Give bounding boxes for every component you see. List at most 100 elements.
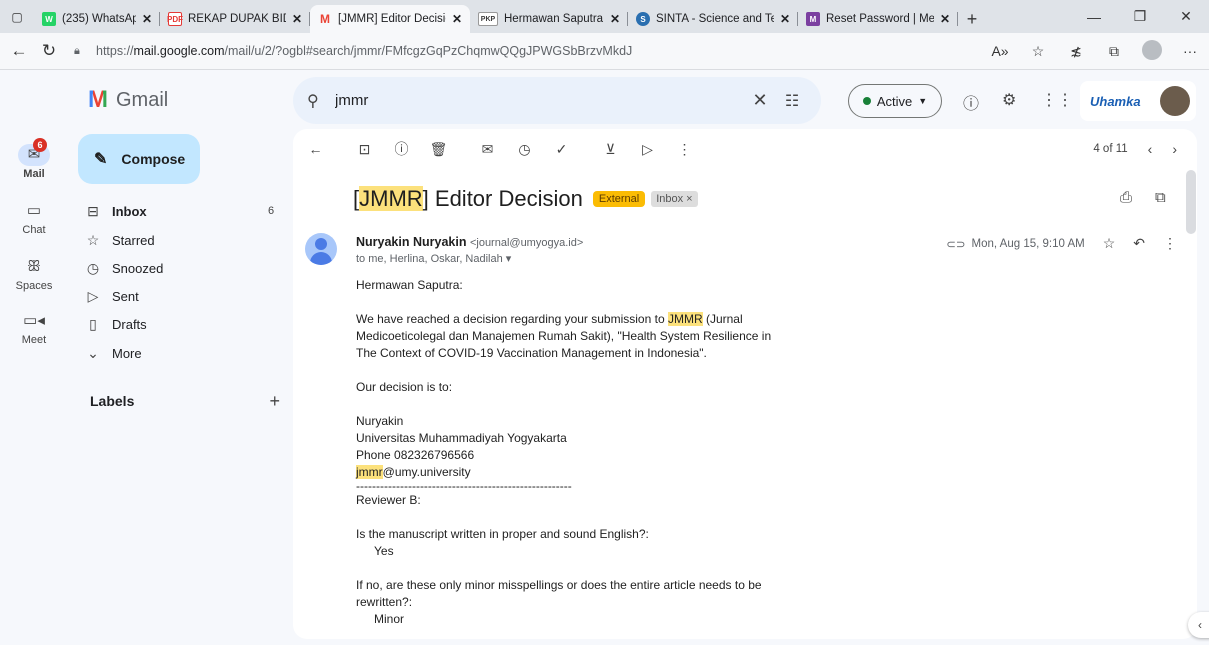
body-paragraph: We have reached a decision regarding you… <box>356 312 772 360</box>
refresh-icon[interactable]: ↻ <box>34 41 64 61</box>
review-answer: Minor <box>374 612 405 626</box>
tab-title: SINTA - Science and Te <box>656 13 774 25</box>
tab-title: Reset Password | Medi <box>826 13 934 25</box>
reply-icon[interactable]: ↶ <box>1133 235 1145 252</box>
folder-starred[interactable]: ☆ Starred <box>78 227 288 253</box>
add-label-icon[interactable]: + <box>269 391 280 412</box>
move-to-icon[interactable]: ⊻ <box>592 141 629 158</box>
signature-org: Universitas Muhammadiyah Yogyakarta <box>356 431 567 445</box>
message-more-icon[interactable]: ⋮ <box>1163 235 1177 252</box>
sinta-icon: S <box>636 12 650 26</box>
lock-icon: 🔒︎ <box>74 44 80 57</box>
search-icon[interactable]: ⚲ <box>307 91 335 111</box>
address-bar-row: ← ↻ 🔒︎ https://mail.google.com/mail/u/2/… <box>0 33 1209 70</box>
close-tab-icon[interactable]: ✕ <box>292 12 302 26</box>
compose-button[interactable]: ✎ Compose <box>78 134 200 184</box>
sender-avatar[interactable] <box>305 233 337 265</box>
rail-label: Chat <box>22 224 46 236</box>
star-message-icon[interactable]: ☆ <box>1103 235 1116 252</box>
folder-label: Drafts <box>112 316 147 332</box>
close-tab-icon[interactable]: ✕ <box>142 12 152 26</box>
delete-icon[interactable]: 🗑︎ <box>420 141 457 158</box>
read-aloud-icon[interactable]: A» <box>981 43 1019 59</box>
folder-sent[interactable]: ▷ Sent <box>78 283 288 309</box>
more-actions-icon[interactable]: ⋮ <box>666 141 703 158</box>
account-brand: Uhamka <box>1090 93 1141 109</box>
review-answer: Yes <box>374 544 394 558</box>
snooze-icon[interactable]: ◷ <box>506 141 543 158</box>
favorite-icon[interactable]: ☆ <box>1019 43 1057 60</box>
new-tab-button[interactable]: + <box>958 5 986 33</box>
gmail-m-icon: M <box>88 86 108 113</box>
review-question: If no, are these only minor misspellings… <box>356 578 762 609</box>
close-tab-icon[interactable]: ✕ <box>780 12 790 26</box>
url-field[interactable]: 🔒︎ https://mail.google.com/mail/u/2/?ogb… <box>74 37 914 65</box>
apps-grid-icon[interactable]: ⋮⋮ <box>1041 90 1073 110</box>
scrollbar-thumb[interactable] <box>1186 170 1196 234</box>
browser-tab-reset[interactable]: M Reset Password | Medi ✕ <box>798 5 958 33</box>
sender-name[interactable]: Nuryakin Nuryakin <box>356 235 466 249</box>
restore-icon[interactable]: ❐ <box>1117 8 1163 25</box>
folder-drafts[interactable]: ▯ Drafts <box>78 311 288 337</box>
clear-search-icon[interactable]: ✕ <box>743 90 777 111</box>
tab-title: REKAP DUPAK BIDANG <box>188 13 286 25</box>
browser-tab-pkp[interactable]: PKP Hermawan Saputra, D ✕ <box>470 5 628 33</box>
browser-tab-gmail[interactable]: M [JMMR] Editor Decision ✕ <box>310 5 470 33</box>
tab-actions-icon[interactable]: ▢ <box>0 0 34 33</box>
gmail-logo[interactable]: M Gmail <box>88 86 168 114</box>
add-task-icon[interactable]: ✓ <box>543 141 580 158</box>
close-tab-icon[interactable]: ✕ <box>452 12 462 26</box>
folder-label: Starred <box>112 232 155 248</box>
mark-unread-icon[interactable]: ✉ <box>469 141 506 158</box>
unread-badge: 6 <box>33 138 47 152</box>
close-window-icon[interactable]: ✕ <box>1163 8 1209 25</box>
rail-chat[interactable]: ▭ Chat <box>0 200 68 236</box>
close-tab-icon[interactable]: ✕ <box>610 12 620 26</box>
search-options-icon[interactable]: ☷ <box>777 91 807 111</box>
open-new-window-icon[interactable]: ⧉ <box>1155 189 1166 206</box>
favorites-list-icon[interactable]: ≴ <box>1057 43 1095 60</box>
message-panel: ← ⊡ ⓘ 🗑︎ ✉ ◷ ✓ ⊻ ▷ ⋮ 4 of 11 ‹ › [JMMR] … <box>293 129 1197 639</box>
browser-tab-sinta[interactable]: S SINTA - Science and Te ✕ <box>628 5 798 33</box>
message-subject: [JMMR] Editor Decision External Inbox × <box>353 186 698 212</box>
inbox-label-chip[interactable]: Inbox × <box>651 191 698 207</box>
star-icon: ☆ <box>86 231 100 248</box>
folder-inbox[interactable]: ⊟ Inbox 6 <box>78 198 288 224</box>
account-switcher[interactable]: Uhamka <box>1080 81 1196 121</box>
close-tab-icon[interactable]: ✕ <box>940 12 950 26</box>
settings-icon[interactable]: ⚙ <box>1002 90 1016 110</box>
recipients-toggle[interactable]: to me, Herlina, Oskar, Nadilah ▾ <box>356 252 511 265</box>
decision-line: Our decision is to: <box>356 380 453 394</box>
rail-spaces[interactable]: ꕥ Spaces <box>0 256 68 292</box>
profile-icon[interactable] <box>1133 39 1171 63</box>
folder-snoozed[interactable]: ◷ Snoozed <box>78 255 288 281</box>
signature-name: Nuryakin <box>356 414 404 428</box>
caret-down-icon: ▼ <box>918 96 928 106</box>
search-input[interactable] <box>335 92 743 109</box>
folder-more[interactable]: ⌄ More <box>78 340 288 366</box>
collections-icon[interactable]: ⧉ <box>1095 43 1133 60</box>
chevron-left-icon[interactable]: ‹ <box>1148 141 1153 157</box>
url-host: mail.google.com <box>133 44 225 58</box>
rail-mail[interactable]: ✉ 6 Mail <box>0 138 68 180</box>
rail-meet[interactable]: ▭◂ Meet <box>0 310 68 346</box>
back-to-list-icon[interactable]: ← <box>297 141 334 157</box>
labels-section: Labels + <box>90 391 280 412</box>
report-spam-icon[interactable]: ⓘ <box>383 139 420 159</box>
review-question: Is the manuscript written in proper and … <box>356 527 649 541</box>
more-icon[interactable]: ··· <box>1171 43 1209 59</box>
archive-icon[interactable]: ⊡ <box>346 141 383 158</box>
label-icon[interactable]: ▷ <box>629 141 666 158</box>
tab-title: (235) WhatsApp <box>62 13 136 25</box>
back-icon[interactable]: ← <box>4 41 34 61</box>
print-icon[interactable]: ⎙ <box>1120 189 1132 206</box>
signature-email[interactable]: jmmr@umy.university <box>356 464 776 481</box>
browser-tab-whatsapp[interactable]: W (235) WhatsApp ✕ <box>34 5 160 33</box>
help-icon[interactable]: ⓘ <box>963 90 979 114</box>
status-dot <box>862 97 871 105</box>
browser-tab-rekap[interactable]: PDF REKAP DUPAK BIDANG ✕ <box>160 5 310 33</box>
chevron-right-icon[interactable]: › <box>1172 141 1177 157</box>
side-panel-toggle-icon[interactable]: ‹ <box>1188 612 1209 638</box>
status-dropdown[interactable]: Active ▼ <box>848 84 942 118</box>
minimize-icon[interactable]: — <box>1071 9 1117 25</box>
